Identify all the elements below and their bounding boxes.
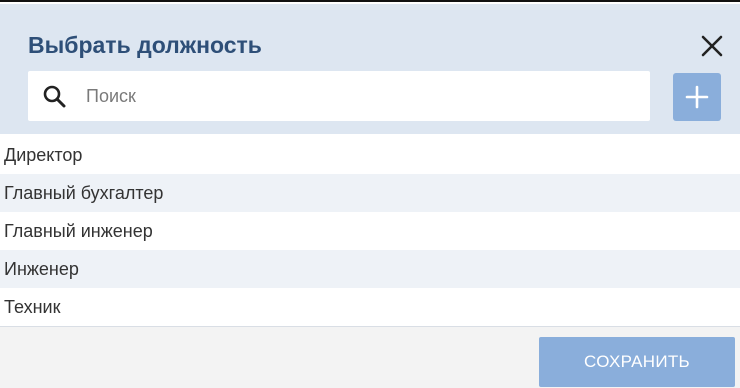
list-item[interactable]: Директор (0, 136, 740, 174)
search-icon (43, 85, 66, 108)
search-box[interactable] (28, 71, 650, 121)
dialog-footer: СОХРАНИТЬ (0, 327, 740, 388)
search-input[interactable] (86, 71, 636, 121)
select-position-dialog: Выбрать должность Директор Главный бухга… (0, 0, 740, 388)
dialog-title: Выбрать должность (28, 32, 262, 58)
positions-list: Директор Главный бухгалтер Главный инжен… (0, 136, 740, 326)
list-item[interactable]: Инженер (0, 250, 740, 288)
add-position-button[interactable] (673, 73, 721, 121)
close-button[interactable] (698, 32, 726, 60)
list-item[interactable]: Техник (0, 288, 740, 326)
plus-icon (685, 85, 709, 109)
save-button[interactable]: СОХРАНИТЬ (539, 337, 735, 387)
list-item[interactable]: Главный инженер (0, 212, 740, 250)
dialog-header: Выбрать должность (0, 4, 740, 134)
close-icon (701, 35, 723, 57)
list-item[interactable]: Главный бухгалтер (0, 174, 740, 212)
